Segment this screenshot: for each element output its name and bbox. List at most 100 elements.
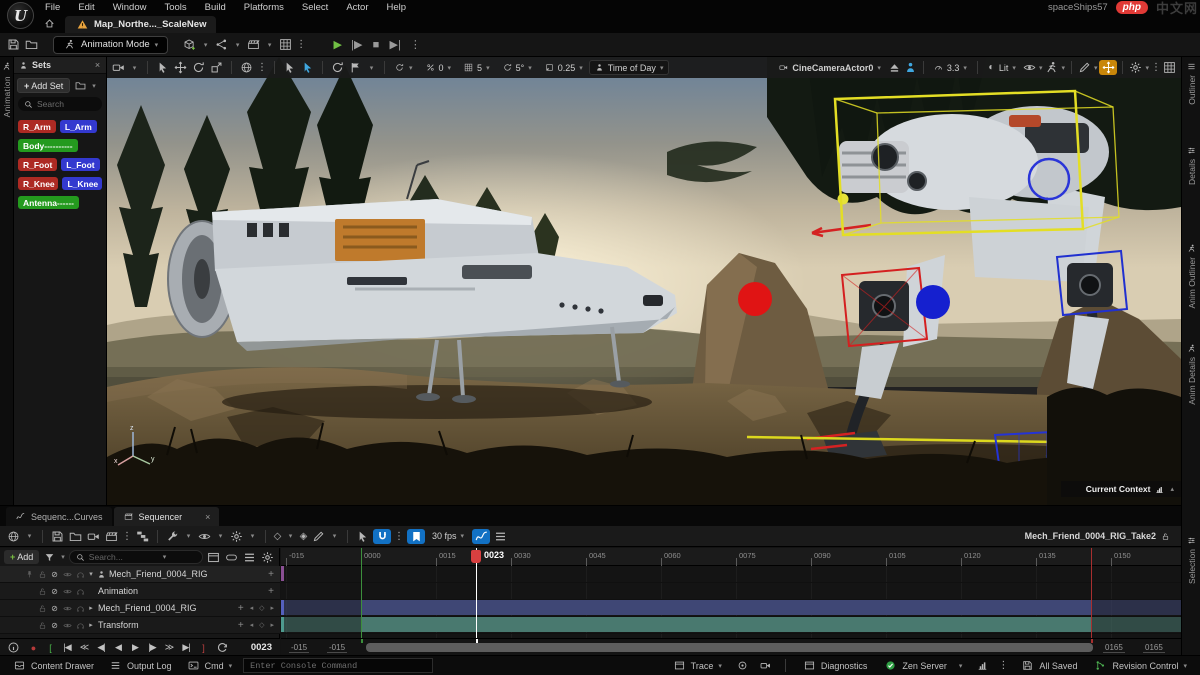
timeline-scrollbar[interactable] (366, 643, 1093, 652)
menu-item-edit[interactable]: Edit (69, 0, 103, 15)
chevron-down-icon[interactable]: ▾ (184, 532, 193, 540)
set-tag-antenna[interactable]: Antenna------ (18, 196, 79, 209)
viewport-settings-icon[interactable] (1128, 60, 1143, 75)
chevron-down-icon[interactable]: ▾ (248, 532, 257, 540)
sequencer-search-input[interactable] (89, 552, 159, 562)
view-range-start-field[interactable]: -015 (289, 643, 309, 653)
pilot-icon[interactable] (903, 60, 918, 75)
viewport-options-icon[interactable] (111, 60, 126, 75)
set-tag-body[interactable]: Body---------- (18, 139, 78, 152)
waypoint-icon[interactable] (348, 60, 363, 75)
menu-item-platforms[interactable]: Platforms (235, 0, 293, 15)
expander-icon[interactable]: ▾ (86, 570, 96, 578)
character-preview-icon[interactable] (1044, 60, 1059, 75)
headphone-icon[interactable] (75, 586, 85, 596)
menu-item-file[interactable]: File (36, 0, 69, 15)
keyframe-options-icon[interactable]: ◇ (273, 531, 282, 542)
set-tag-l_knee[interactable]: L_Knee (62, 177, 102, 190)
panel-tab-anim-outliner[interactable]: Anim Outliner (1182, 243, 1200, 309)
details-icon[interactable] (6, 640, 21, 655)
close-icon[interactable]: × (93, 60, 102, 70)
panel-tab-anim-details[interactable]: Anim Details (1182, 343, 1200, 405)
pin-icon[interactable] (24, 569, 34, 579)
menu-item-select[interactable]: Select (293, 0, 337, 15)
mute-icon[interactable]: ⊘ (50, 621, 59, 630)
import-sets-icon[interactable] (73, 78, 88, 93)
mute-icon[interactable]: ⊘ (50, 604, 59, 613)
chevron-down-icon[interactable]: ▾ (92, 82, 96, 90)
content-drawer-button[interactable]: Content Drawer (8, 658, 98, 674)
sets-search[interactable] (18, 97, 102, 111)
chevron-down-icon[interactable]: ▾ (216, 532, 225, 540)
add-content-icon[interactable] (182, 37, 197, 52)
set-tag-r_arm[interactable]: R_Arm (18, 120, 56, 133)
zen-server-dropdown[interactable]: Zen Server ▾ (879, 658, 967, 674)
move-icon[interactable] (173, 60, 188, 75)
density-view-icon[interactable] (242, 550, 257, 565)
content-browser-icon[interactable] (24, 37, 39, 52)
playhead-handle[interactable] (471, 550, 481, 563)
track-lane-mech_friend_0004_rig[interactable] (281, 600, 1181, 617)
console-command-input[interactable] (243, 658, 433, 673)
lock-icon[interactable] (37, 569, 47, 579)
chevron-down-icon[interactable]: ▾ (233, 41, 242, 49)
editor-mode-dropdown[interactable]: Animation Mode ▾ (53, 36, 168, 54)
camera-icon[interactable] (86, 529, 101, 544)
viewport[interactable]: ▾⋮▾ ▾0▾5▾5°▾0.25▾ Time of Day ▾ CineCame… (107, 57, 1181, 505)
mute-icon[interactable]: ⊘ (50, 570, 59, 579)
sequencer-search[interactable]: ▾ (69, 550, 203, 564)
ellipsis-icon[interactable]: ⋮ (296, 39, 306, 50)
snapshot-icon[interactable] (735, 658, 750, 673)
track-lane-animation[interactable] (281, 583, 1181, 600)
edit-icon[interactable] (311, 529, 326, 544)
step-forward-icon[interactable]: |▶ (148, 642, 157, 653)
platforms-icon[interactable] (278, 37, 293, 52)
menu-item-tools[interactable]: Tools (155, 0, 195, 15)
invert-snap-icon[interactable] (330, 60, 345, 75)
expander-icon[interactable]: ▸ (86, 604, 96, 612)
set-tag-r_knee[interactable]: R_Knee (18, 177, 58, 190)
game-view-icon[interactable] (1099, 60, 1117, 75)
lock-icon[interactable] (1160, 531, 1171, 542)
playback-options-icon[interactable] (229, 529, 244, 544)
animation-tab-icon[interactable] (1, 61, 12, 72)
rotate-icon[interactable] (191, 60, 206, 75)
view-range-end-field[interactable]: 0165 (1143, 643, 1165, 653)
next-key-icon[interactable]: ≫ (165, 642, 174, 653)
menu-item-help[interactable]: Help (378, 0, 416, 15)
menu-item-build[interactable]: Build (196, 0, 235, 15)
mark-frame-icon[interactable] (407, 529, 425, 544)
eye-icon[interactable] (62, 603, 72, 613)
working-range-end-field[interactable]: 0165 (1103, 643, 1125, 653)
panel-tab-outliner[interactable]: Outliner (1182, 61, 1200, 105)
save-icon[interactable] (50, 529, 65, 544)
chevron-down-icon[interactable]: ▾ (286, 532, 295, 540)
view-options-icon[interactable] (197, 529, 212, 544)
diagnostics-button[interactable]: Diagnostics (798, 658, 872, 674)
set-tag-l_foot[interactable]: L_Foot (61, 158, 99, 171)
insights-icon[interactable] (975, 658, 990, 673)
scale-snap-control[interactable]: 0.25▾ (540, 60, 588, 75)
render-movie-icon[interactable] (104, 529, 119, 544)
chevron-down-icon[interactable]: ▾ (25, 532, 34, 540)
add-section-icon[interactable]: + (238, 620, 244, 631)
jump-to-end-icon[interactable]: ▶| (390, 38, 401, 51)
world-icon[interactable] (6, 529, 21, 544)
eject-icon[interactable] (887, 60, 902, 75)
play-icon[interactable]: ▶ (333, 38, 342, 51)
show-flags-icon[interactable] (1022, 60, 1037, 75)
set-tag-l_arm[interactable]: L_Arm (60, 120, 97, 133)
rotation-snap-control[interactable]: 5°▾ (498, 60, 537, 75)
chevron-down-icon[interactable]: ▾ (330, 532, 339, 540)
snapping-icon[interactable] (373, 529, 391, 544)
tab-sequencer[interactable]: Sequencer × (114, 507, 220, 526)
lock-icon[interactable] (37, 586, 47, 596)
maximize-viewport-icon[interactable] (1162, 60, 1177, 75)
previous-key-icon[interactable]: ≪ (80, 642, 89, 653)
outline-icon[interactable] (493, 529, 508, 544)
track-row-transform[interactable]: ⊘▸Transform+◂ ◇ ▸ (0, 617, 280, 634)
play-icon[interactable]: ▶ (131, 642, 140, 653)
ellipsis-icon[interactable]: ⋮ (122, 531, 132, 542)
ellipsis-icon[interactable]: ⋮ (410, 38, 421, 51)
ellipsis-icon[interactable]: ⋮ (257, 62, 267, 73)
